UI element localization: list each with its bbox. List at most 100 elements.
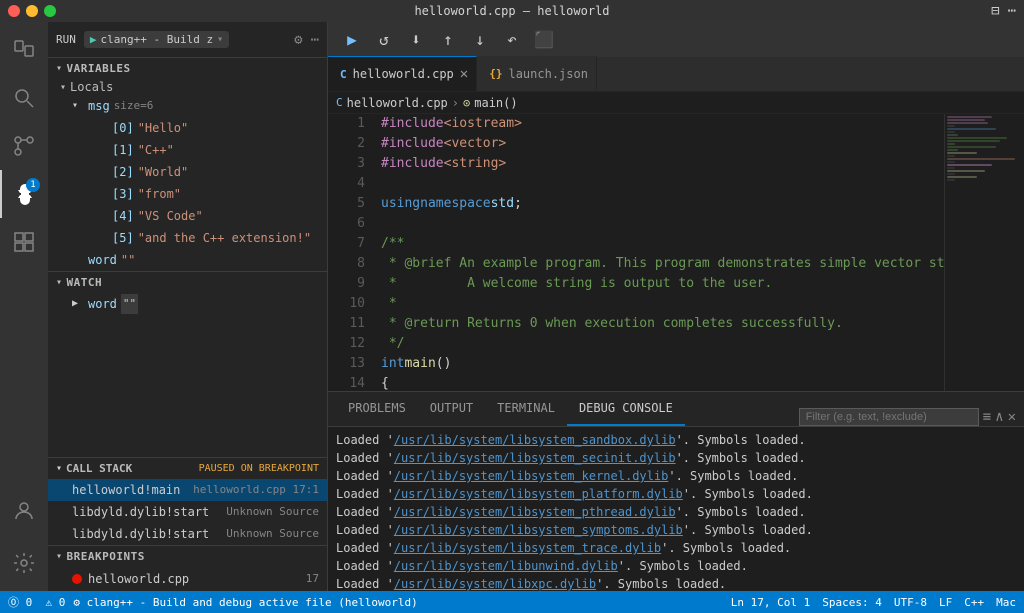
debug-settings-icon[interactable]: ⚙ bbox=[294, 32, 302, 48]
console-link-4[interactable]: /usr/lib/system/libsystem_platform.dylib bbox=[394, 485, 683, 503]
breadcrumb-file[interactable]: helloworld.cpp bbox=[347, 96, 448, 110]
variable-msg-0[interactable]: [0] "Hello" bbox=[48, 117, 327, 139]
activity-search[interactable] bbox=[0, 74, 48, 122]
tab-problems[interactable]: PROBLEMS bbox=[336, 391, 418, 426]
title-bar-actions: ⊟ ⋯ bbox=[991, 3, 1016, 19]
console-line-2: Loaded '/usr/lib/system/libsystem_secini… bbox=[336, 449, 1016, 467]
more-icon[interactable]: ⋯ bbox=[1008, 3, 1016, 19]
variable-word[interactable]: word "" bbox=[48, 249, 327, 271]
tab-output[interactable]: OUTPUT bbox=[418, 391, 485, 426]
activity-source-control[interactable] bbox=[0, 122, 48, 170]
tab-terminal[interactable]: TERMINAL bbox=[485, 391, 567, 426]
tab-debug-console[interactable]: DEBUG CONSOLE bbox=[567, 391, 685, 426]
breadcrumb-function[interactable]: main() bbox=[474, 96, 517, 110]
status-spaces[interactable]: Spaces: 4 bbox=[822, 596, 882, 609]
watch-item-word[interactable]: ▶ word "" bbox=[48, 293, 327, 315]
window-controls[interactable] bbox=[8, 5, 56, 17]
console-link-5[interactable]: /usr/lib/system/libsystem_pthread.dylib bbox=[394, 503, 676, 521]
debug-more-icon[interactable]: ⋯ bbox=[311, 32, 319, 48]
breakpoint-dot bbox=[72, 574, 82, 584]
console-line-7: Loaded '/usr/lib/system/libsystem_trace.… bbox=[336, 539, 1016, 557]
status-bar: ⓪ 0 ⚠ 0 ⚙ clang++ - Build and debug acti… bbox=[0, 591, 1024, 613]
panel-layout-icon[interactable]: ≡ bbox=[983, 409, 991, 425]
console-link-3[interactable]: /usr/lib/system/libsystem_kernel.dylib bbox=[394, 467, 669, 485]
callstack-item-1[interactable]: libdyld.dylib!start Unknown Source bbox=[48, 501, 327, 523]
close-tab-helloworld[interactable]: ✕ bbox=[460, 66, 468, 82]
code-line-10: * bbox=[381, 294, 944, 314]
variable-msg-3[interactable]: [3] "from" bbox=[48, 183, 327, 205]
code-line-12: */ bbox=[381, 334, 944, 354]
breakpoint-item[interactable]: helloworld.cpp 17 bbox=[48, 567, 327, 591]
debug-config-selector[interactable]: ▶ clang++ - Build z ▾ bbox=[84, 31, 229, 48]
console-line-6: Loaded '/usr/lib/system/libsystem_sympto… bbox=[336, 521, 1016, 539]
console-link-9[interactable]: /usr/lib/system/libxpc.dylib bbox=[394, 575, 596, 591]
callstack-header[interactable]: ▾ CALL STACK PAUSED ON BREAKPOINT bbox=[48, 458, 327, 479]
debug-restart-btn[interactable]: ↓ bbox=[468, 28, 492, 52]
variable-msg-4[interactable]: [4] "VS Code" bbox=[48, 205, 327, 227]
code-line-3: #include <string> bbox=[381, 154, 944, 174]
panel-collapse-icon[interactable]: ∧ bbox=[995, 409, 1003, 425]
debug-toolbar: RUN ▶ clang++ - Build z ▾ ⚙ ⋯ bbox=[48, 22, 327, 58]
debug-continue-btn[interactable]: ▶ bbox=[340, 28, 364, 52]
breadcrumb: C helloworld.cpp › ⊙ main() bbox=[328, 92, 1024, 114]
status-errors[interactable]: ⓪ 0 ⚠ 0 bbox=[8, 594, 65, 610]
unknown-source-1: Unknown Source bbox=[226, 503, 319, 521]
panel-tab-bar: PROBLEMS OUTPUT TERMINAL DEBUG CONSOLE ≡… bbox=[328, 392, 1024, 427]
tab-helloworld-cpp[interactable]: C helloworld.cpp ✕ bbox=[328, 56, 477, 91]
tab-launch-json[interactable]: {} launch.json bbox=[477, 56, 597, 91]
variable-msg-1[interactable]: [1] "C++" bbox=[48, 139, 327, 161]
panel-close-icon[interactable]: ✕ bbox=[1008, 409, 1016, 425]
code-line-1: #include <iostream> bbox=[381, 114, 944, 134]
status-ln-col[interactable]: Ln 17, Col 1 bbox=[731, 596, 810, 609]
debug-step-over-btn[interactable]: ↺ bbox=[372, 28, 396, 52]
console-link-8[interactable]: /usr/lib/system/libunwind.dylib bbox=[394, 557, 618, 575]
status-eol[interactable]: LF bbox=[939, 596, 952, 609]
line-numbers: 1 2 3 4 5 6 7 8 9 10 11 12 13 14 15 16 1 bbox=[328, 114, 373, 391]
panel-area: PROBLEMS OUTPUT TERMINAL DEBUG CONSOLE ≡… bbox=[328, 391, 1024, 591]
debug-step-into-btn[interactable]: ⬇ bbox=[404, 28, 428, 52]
variable-msg-5[interactable]: [5] "and the C++ extension!" bbox=[48, 227, 327, 249]
callstack-item-2[interactable]: libdyld.dylib!start Unknown Source bbox=[48, 523, 327, 545]
watch-header[interactable]: ▾ WATCH bbox=[48, 272, 327, 293]
status-language[interactable]: C++ bbox=[964, 596, 984, 609]
console-link-6[interactable]: /usr/lib/system/libsystem_symptoms.dylib bbox=[394, 521, 683, 539]
close-button[interactable] bbox=[8, 5, 20, 17]
variables-header[interactable]: ▾ VARIABLES bbox=[48, 58, 327, 79]
console-link-7[interactable]: /usr/lib/system/libsystem_trace.dylib bbox=[394, 539, 661, 557]
debug-console-content: Loaded '/usr/lib/system/libsystem_sandbo… bbox=[328, 427, 1024, 591]
breakpoints-header[interactable]: ▾ BREAKPOINTS bbox=[48, 546, 327, 567]
code-line-11: * @return Returns 0 when execution compl… bbox=[381, 314, 944, 334]
activity-account[interactable] bbox=[0, 487, 48, 535]
debug-back-btn[interactable]: ↶ bbox=[500, 28, 524, 52]
activity-settings[interactable] bbox=[0, 539, 48, 587]
code-line-2: #include <vector> bbox=[381, 134, 944, 154]
activity-explorer[interactable] bbox=[0, 26, 48, 74]
variable-msg[interactable]: ▾ msg size=6 bbox=[48, 95, 327, 117]
status-encoding[interactable]: UTF-8 bbox=[894, 596, 927, 609]
callstack-item-main[interactable]: helloworld!main helloworld.cpp 17:1 bbox=[48, 479, 327, 501]
minimize-button[interactable] bbox=[26, 5, 38, 17]
activity-debug[interactable]: 1 bbox=[0, 170, 48, 218]
status-platform[interactable]: Mac bbox=[996, 596, 1016, 609]
debug-step-out-btn[interactable]: ↑ bbox=[436, 28, 460, 52]
maximize-button[interactable] bbox=[44, 5, 56, 17]
debug-config-name: clang++ - Build z bbox=[101, 33, 214, 46]
console-link-1[interactable]: /usr/lib/system/libsystem_sandbox.dylib bbox=[394, 431, 676, 449]
locals-header[interactable]: ▾ Locals bbox=[48, 79, 327, 95]
debug-top-bar: ▶ ↺ ⬇ ↑ ↓ ↶ ⬛ bbox=[328, 22, 1024, 57]
debug-stop-btn[interactable]: ⬛ bbox=[532, 28, 556, 52]
console-line-5: Loaded '/usr/lib/system/libsystem_pthrea… bbox=[336, 503, 1016, 521]
console-link-2[interactable]: /usr/lib/system/libsystem_secinit.dylib bbox=[394, 449, 676, 467]
console-line-3: Loaded '/usr/lib/system/libsystem_kernel… bbox=[336, 467, 1016, 485]
breakpoints-panel: ▾ BREAKPOINTS helloworld.cpp 17 bbox=[48, 545, 327, 591]
callstack-panel: ▾ CALL STACK PAUSED ON BREAKPOINT hellow… bbox=[48, 457, 327, 545]
code-line-9: * A welcome string is output to the user… bbox=[381, 274, 944, 294]
code-content: #include <iostream> #include <vector> #i… bbox=[373, 114, 944, 391]
code-line-5: using namespace std; bbox=[381, 194, 944, 214]
panel-filter-input[interactable] bbox=[799, 408, 979, 426]
variable-msg-2[interactable]: [2] "World" bbox=[48, 161, 327, 183]
activity-extensions[interactable] bbox=[0, 218, 48, 266]
status-debug[interactable]: ⚙ clang++ - Build and debug active file … bbox=[73, 596, 417, 609]
activity-bar: 1 bbox=[0, 22, 48, 591]
layout-icon[interactable]: ⊟ bbox=[991, 3, 999, 19]
